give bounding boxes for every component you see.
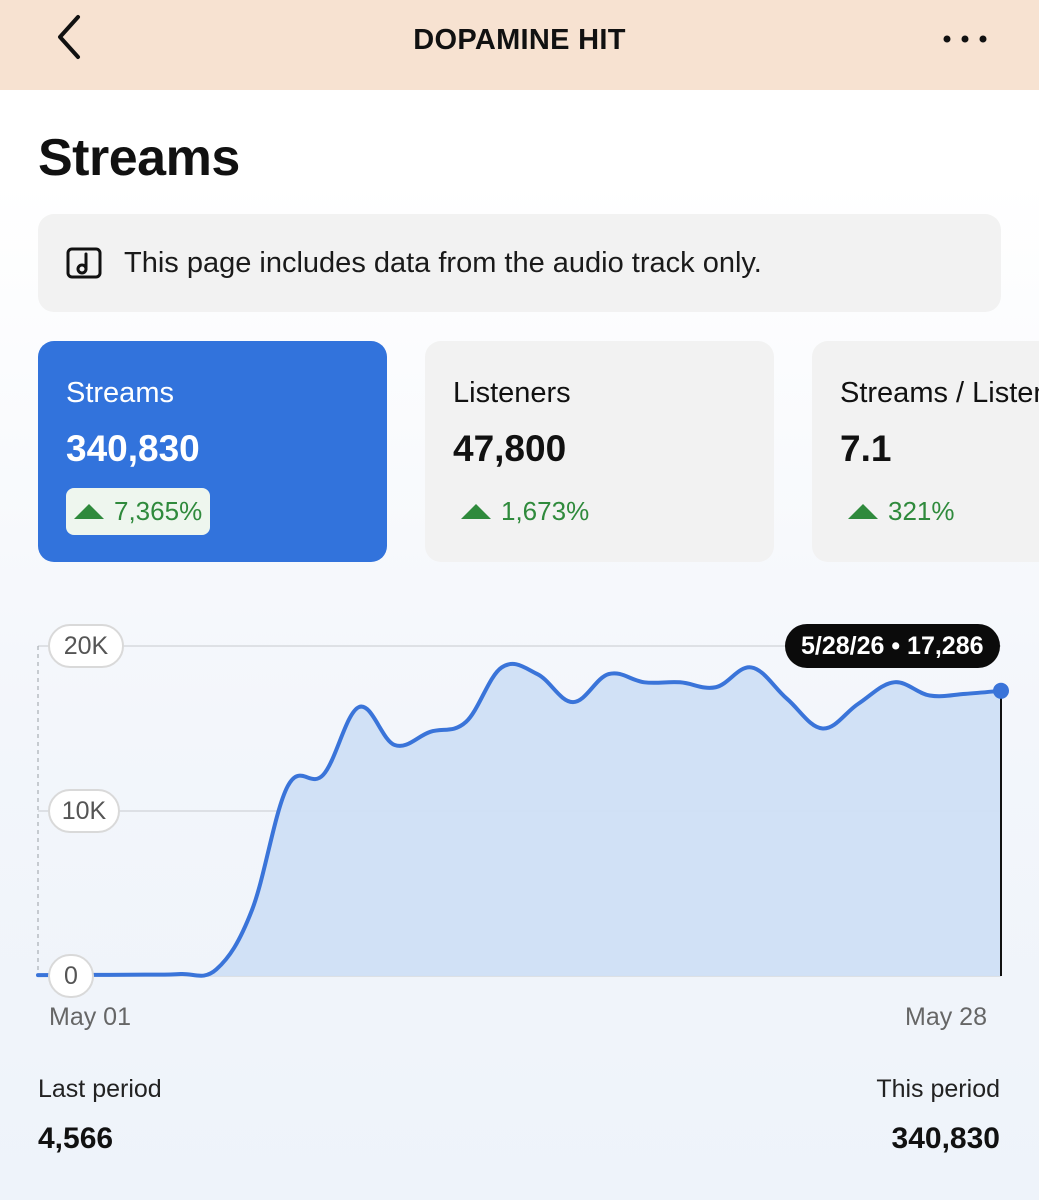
top-bar: DOPAMINE HIT	[0, 0, 1039, 90]
streams-chart[interactable]: 20K 10K 0 5/28/26 • 17,286 May 01 May 28	[0, 590, 1039, 1050]
y-tick-label: 10K	[48, 789, 120, 833]
metric-value: 340,830	[66, 428, 200, 469]
more-options-button[interactable]	[935, 22, 995, 56]
x-tick-label: May 01	[49, 1003, 131, 1031]
info-text: This page includes data from the audio t…	[124, 246, 762, 279]
y-tick-label: 0	[48, 954, 94, 998]
this-period-label: This period	[876, 1075, 1000, 1103]
last-period-value: 4,566	[38, 1122, 114, 1155]
metric-card-streams-per-listener[interactable]: Streams / Listeners 7.1 321%	[812, 341, 1039, 562]
track-title: DOPAMINE HIT	[413, 24, 626, 56]
y-tick-label: 20K	[48, 624, 124, 668]
metric-change-value: 321%	[888, 496, 955, 526]
chart-tooltip: 5/28/26 • 17,286	[785, 624, 1000, 668]
page-title: Streams	[38, 129, 240, 187]
series-area	[38, 663, 1001, 976]
this-period-value: 340,830	[891, 1122, 1000, 1155]
music-note-icon	[66, 247, 102, 279]
arrow-up-icon	[461, 504, 491, 519]
x-tick-label: May 28	[905, 1003, 987, 1031]
this-period: This period 340,830	[876, 1075, 1000, 1156]
metric-label: Streams	[66, 377, 174, 409]
info-banner: This page includes data from the audio t…	[38, 214, 1001, 312]
metric-value: 47,800	[453, 428, 567, 469]
last-period: Last period 4,566	[38, 1075, 162, 1156]
metric-label: Streams / Listeners	[840, 377, 1039, 409]
metric-label: Listeners	[453, 377, 571, 409]
more-horizontal-icon	[943, 35, 987, 43]
hover-point	[993, 682, 1009, 699]
metric-change-badge: 7,365%	[66, 488, 211, 535]
metric-value: 7.1	[840, 428, 892, 469]
metric-card-streams[interactable]: Streams 340,830 7,365%	[38, 341, 387, 562]
last-period-label: Last period	[38, 1075, 162, 1103]
metric-change-value: 7,365%	[114, 496, 203, 526]
metric-card-listeners[interactable]: Listeners 47,800 1,673%	[425, 341, 774, 562]
metric-change-badge: 321%	[840, 488, 963, 535]
arrow-up-icon	[74, 504, 104, 519]
metric-change-badge: 1,673%	[453, 488, 597, 535]
metric-change-value: 1,673%	[501, 496, 590, 526]
arrow-up-icon	[848, 504, 878, 519]
